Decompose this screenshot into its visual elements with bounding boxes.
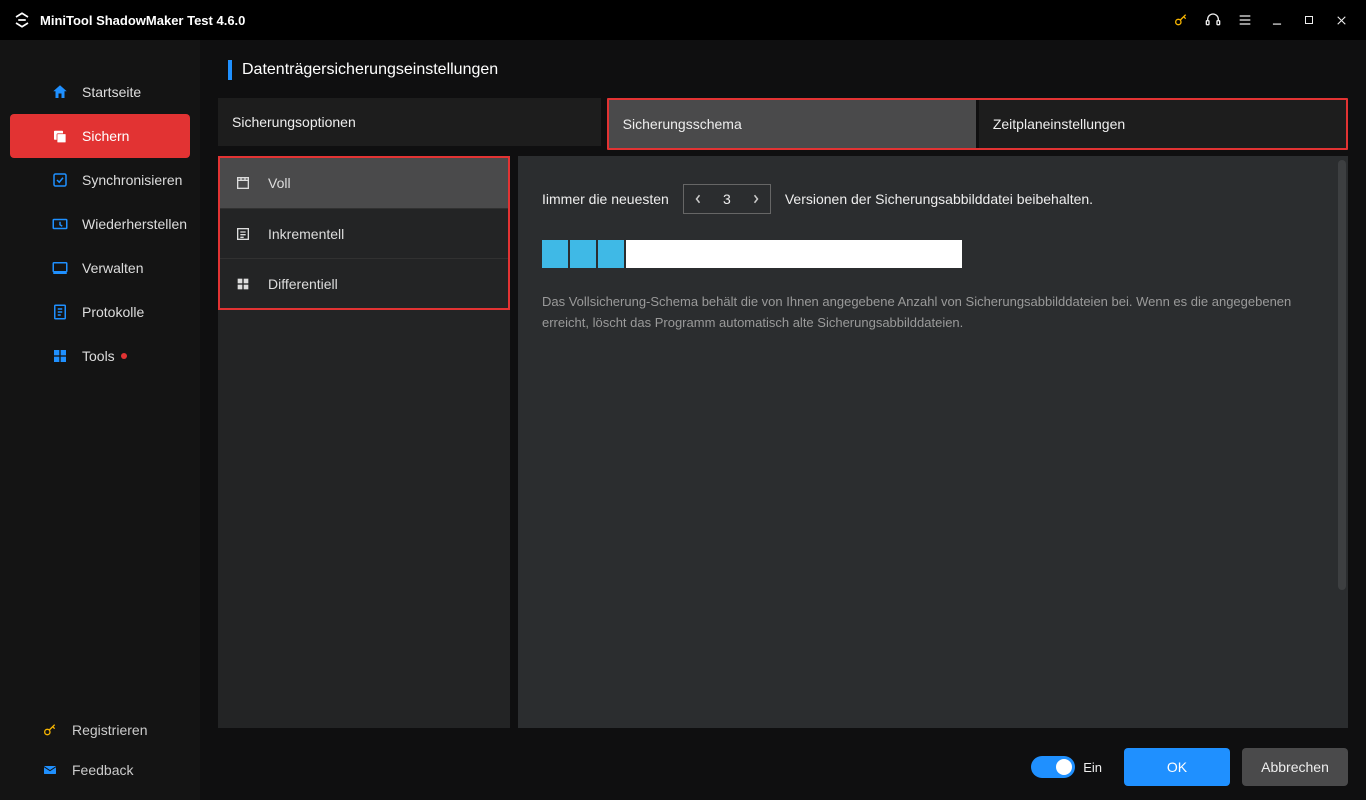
scheme-column: Voll Inkrementell Differentiell (218, 156, 510, 728)
tab-row: Sicherungsoptionen Sicherungsschema Zeit… (218, 98, 1348, 150)
scheme-column-fill (218, 310, 510, 728)
stepper-decrease[interactable] (684, 185, 712, 213)
key-icon (40, 720, 60, 740)
keep-prefix-text: Iimmer die neuesten (542, 191, 669, 207)
header-accent-bar (228, 60, 232, 80)
logs-icon (50, 302, 70, 322)
titlebar: MiniTool ShadowMaker Test 4.6.0 (0, 0, 1366, 40)
app-logo-icon (12, 10, 32, 30)
differential-backup-icon (234, 275, 252, 293)
menu-icon[interactable] (1232, 7, 1258, 33)
stepper-increase[interactable] (742, 185, 770, 213)
toggle-knob (1056, 759, 1072, 775)
tab-backup-scheme[interactable]: Sicherungsschema (609, 100, 976, 148)
enable-toggle-wrap: Ein (1031, 756, 1102, 778)
tab-backup-options[interactable]: Sicherungsoptionen (218, 98, 601, 146)
ok-button[interactable]: OK (1124, 748, 1230, 786)
scheme-list: Voll Inkrementell Differentiell (218, 156, 510, 310)
sync-icon (50, 170, 70, 190)
sidebar-feedback[interactable]: Feedback (0, 750, 200, 790)
license-key-icon[interactable] (1168, 7, 1194, 33)
scheme-label: Differentiell (268, 276, 338, 292)
manage-icon (50, 258, 70, 278)
tab-label: Sicherungsoptionen (232, 114, 356, 130)
sidebar-register-label: Registrieren (72, 722, 147, 738)
stepper-value: 3 (712, 191, 742, 207)
window-title: MiniTool ShadowMaker Test 4.6.0 (40, 13, 245, 28)
sidebar-item-sync[interactable]: Synchronisieren (10, 158, 190, 202)
incremental-backup-icon (234, 225, 252, 243)
sidebar-item-label: Protokolle (82, 304, 144, 320)
cancel-button[interactable]: Abbrechen (1242, 748, 1348, 786)
segment-filled (542, 240, 570, 268)
keep-suffix-text: Versionen der Sicherungsabbilddatei beib… (785, 191, 1093, 207)
home-icon (50, 82, 70, 102)
sidebar: Startseite Sichern Synchronisieren Wiede… (0, 40, 200, 800)
tab-group-highlight: Sicherungsschema Zeitplaneinstellungen (607, 98, 1348, 150)
segment-filled (570, 240, 598, 268)
scheme-description: Das Vollsicherung-Schema behält die von … (542, 292, 1322, 334)
full-backup-icon (234, 174, 252, 192)
sidebar-item-label: Wiederherstellen (82, 216, 187, 232)
sidebar-item-label: Tools (82, 348, 115, 364)
sidebar-feedback-label: Feedback (72, 762, 133, 778)
version-stepper: 3 (683, 184, 771, 214)
backup-icon (50, 126, 70, 146)
scheme-differential[interactable]: Differentiell (220, 258, 508, 308)
page-header: Datenträgersicherungseinstellungen (218, 60, 1348, 80)
segment-filled (598, 240, 626, 268)
restore-icon (50, 214, 70, 234)
version-segments-bar (542, 240, 962, 268)
sidebar-register[interactable]: Registrieren (0, 710, 200, 750)
sidebar-item-backup[interactable]: Sichern (10, 114, 190, 158)
scrollbar[interactable] (1338, 160, 1346, 590)
notification-dot-icon (121, 353, 127, 359)
support-icon[interactable] (1200, 7, 1226, 33)
close-button[interactable] (1328, 7, 1354, 33)
tab-label: Zeitplaneinstellungen (993, 116, 1125, 132)
tab-label: Sicherungsschema (623, 116, 742, 132)
sidebar-item-tools[interactable]: Tools (10, 334, 190, 378)
sidebar-item-restore[interactable]: Wiederherstellen (10, 202, 190, 246)
tab-schedule-settings[interactable]: Zeitplaneinstellungen (976, 100, 1346, 148)
dialog-footer: Ein OK Abbrechen (218, 728, 1348, 786)
scheme-detail-panel: Iimmer die neuesten 3 Versionen der Sich… (518, 156, 1348, 728)
sidebar-item-manage[interactable]: Verwalten (10, 246, 190, 290)
main-panel: Datenträgersicherungseinstellungen Siche… (200, 40, 1366, 800)
scheme-full[interactable]: Voll (220, 158, 508, 208)
sidebar-item-label: Synchronisieren (82, 172, 182, 188)
sidebar-item-label: Sichern (82, 128, 129, 144)
tools-icon (50, 346, 70, 366)
sidebar-item-label: Startseite (82, 84, 141, 100)
enable-toggle[interactable] (1031, 756, 1075, 778)
keep-versions-row: Iimmer die neuesten 3 Versionen der Sich… (542, 184, 1328, 214)
scheme-label: Inkrementell (268, 226, 344, 242)
scheme-incremental[interactable]: Inkrementell (220, 208, 508, 258)
scheme-label: Voll (268, 175, 291, 191)
sidebar-item-logs[interactable]: Protokolle (10, 290, 190, 334)
maximize-button[interactable] (1296, 7, 1322, 33)
page-title: Datenträgersicherungseinstellungen (242, 61, 498, 79)
sidebar-item-home[interactable]: Startseite (10, 70, 190, 114)
sidebar-item-label: Verwalten (82, 260, 143, 276)
minimize-button[interactable] (1264, 7, 1290, 33)
mail-icon (40, 760, 60, 780)
toggle-label: Ein (1083, 760, 1102, 775)
